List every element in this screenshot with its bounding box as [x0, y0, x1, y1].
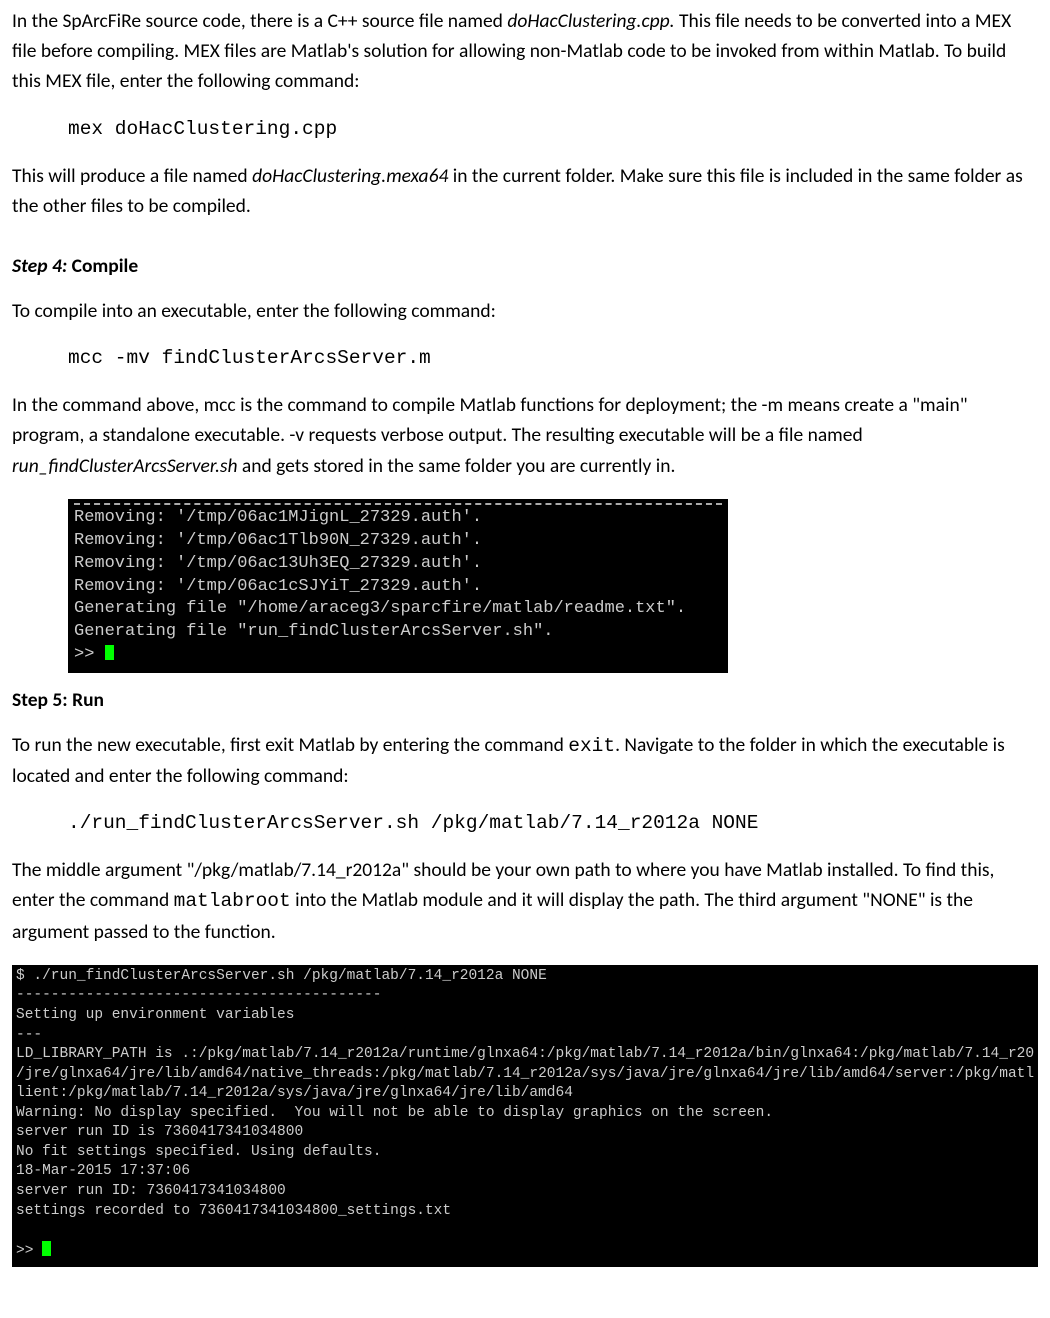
filename: doHacClustering.mexa64 — [252, 164, 448, 188]
paragraph-run-intro: To run the new executable, first exit Ma… — [12, 730, 1038, 791]
inline-command: exit — [568, 735, 615, 757]
term-line: Removing: '/tmp/06ac13Uh3EQ_27329.auth'. — [74, 554, 482, 573]
paragraph-intro: In the SpArcFiRe source code, there is a… — [12, 6, 1038, 97]
paragraph-run-args: The middle argument "/pkg/matlab/7.14_r2… — [12, 855, 1038, 947]
command-run: ./run_findClusterArcsServer.sh /pkg/matl… — [68, 809, 1038, 837]
command-mex: mex doHacClustering.cpp — [68, 115, 1038, 143]
step5-heading: Step 5: Run — [12, 685, 1038, 715]
filename: doHacClustering.cpp. — [507, 9, 674, 33]
term-line: server run ID is 7360417341034800 — [16, 1124, 303, 1140]
terminal-output-compile: Removing: '/tmp/06ac1MJignL_27329.auth'.… — [68, 499, 728, 674]
command-mcc: mcc -mv findClusterArcsServer.m — [68, 344, 1038, 372]
paragraph-compile-intro: To compile into an executable, enter the… — [12, 296, 1038, 326]
term-line: Removing: '/tmp/06ac1cSJYiT_27329.auth'. — [74, 577, 482, 596]
step-title: Compile — [67, 254, 138, 278]
step4-heading: Step 4: Compile — [12, 251, 1038, 281]
cursor-icon — [105, 645, 114, 660]
text: In the command above, mcc is the command… — [12, 393, 968, 447]
term-line: $ ./run_findClusterArcsServer.sh /pkg/ma… — [16, 968, 547, 984]
term-line — [16, 1222, 25, 1238]
inline-command: matlabroot — [174, 890, 291, 912]
term-line: Removing: '/tmp/06ac1MJignL_27329.auth'. — [74, 508, 482, 527]
text: This will produce a file named — [12, 164, 252, 188]
term-line: /jre/glnxa64/jre/lib/amd64/native_thread… — [16, 1066, 1034, 1082]
cursor-icon — [42, 1241, 51, 1256]
term-line: --- — [16, 1027, 42, 1043]
term-line: Setting up environment variables — [16, 1007, 294, 1023]
term-line: settings recorded to 7360417341034800_se… — [16, 1203, 451, 1219]
term-line: No fit settings specified. Using default… — [16, 1144, 381, 1160]
filename: run_findClusterArcsServer.sh — [12, 454, 238, 478]
terminal-output-run: $ ./run_findClusterArcsServer.sh /pkg/ma… — [12, 965, 1038, 1267]
term-line: Warning: No display specified. You will … — [16, 1105, 773, 1121]
term-line: ----------------------------------------… — [16, 987, 381, 1003]
term-line: LD_LIBRARY_PATH is .:/pkg/matlab/7.14_r2… — [16, 1046, 1034, 1062]
prompt: >> — [74, 645, 105, 664]
prompt: >> — [16, 1243, 42, 1259]
paragraph-mex-result: This will produce a file named doHacClus… — [12, 161, 1038, 221]
step-label: Step 4: — [12, 254, 67, 278]
paragraph-mcc-explain: In the command above, mcc is the command… — [12, 390, 1038, 481]
term-line: server run ID: 7360417341034800 — [16, 1183, 286, 1199]
text: To run the new executable, first exit Ma… — [12, 733, 568, 757]
term-line: lient:/pkg/matlab/7.14_r2012a/sys/java/j… — [16, 1085, 573, 1101]
term-line: Generating file "/home/araceg3/sparcfire… — [74, 599, 686, 618]
term-line: Generating file "run_findClusterArcsServ… — [74, 622, 553, 641]
text: In the SpArcFiRe source code, there is a… — [12, 9, 507, 33]
term-line: 18-Mar-2015 17:37:06 — [16, 1163, 190, 1179]
term-line: Removing: '/tmp/06ac1Tlb90N_27329.auth'. — [74, 531, 482, 550]
text: and gets stored in the same folder you a… — [238, 454, 676, 478]
